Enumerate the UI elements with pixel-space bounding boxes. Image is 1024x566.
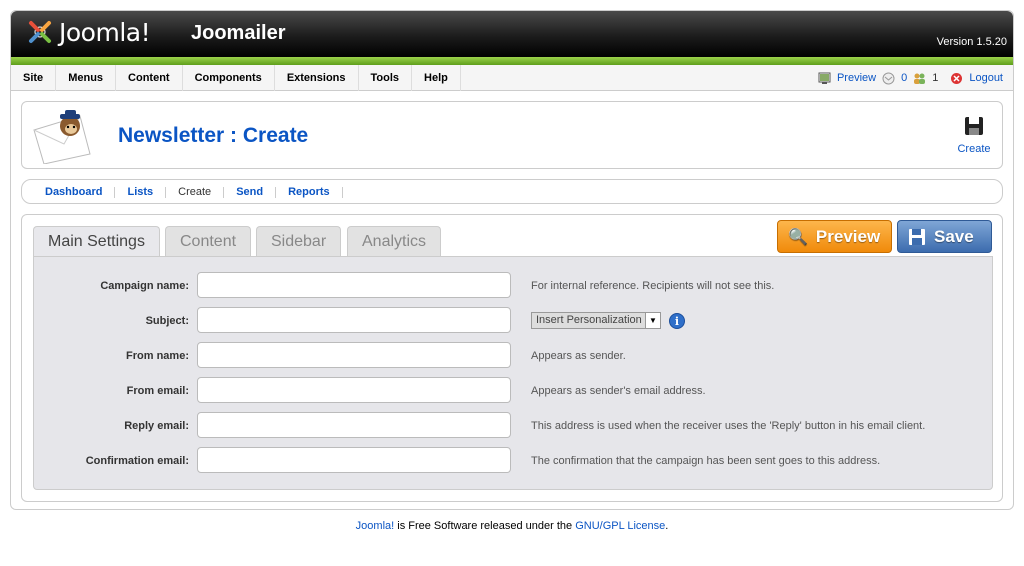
tab-main-settings[interactable]: Main Settings [33,226,160,257]
form-row-subject: Subject: Insert Personalization ▼ i [34,307,992,334]
chevron-down-icon: ▼ [645,313,660,328]
save-button[interactable]: Save [897,220,992,253]
from-email-input[interactable] [197,377,511,403]
submenu-create[interactable]: Create [166,187,225,198]
preview-link[interactable]: Preview [837,72,876,84]
form-row-confirmation-email: Confirmation email: The confirmation tha… [34,447,992,474]
joomla-logo-text: Joomla! [59,17,151,47]
menu-item-menus[interactable]: Menus [56,65,117,91]
insert-personalization-value: Insert Personalization [536,314,642,326]
status-bar: Preview 0 1 Logout [818,65,1003,91]
campaign-name-help: For internal reference. Recipients will … [531,280,775,292]
save-button-label: Save [934,226,974,246]
users-icon [914,73,926,84]
campaign-name-label: Campaign name: [100,280,189,292]
version-label: Version 1.5.20 [936,36,1007,48]
menu-item-help[interactable]: Help [412,65,461,91]
footer: Joomla! is Free Software released under … [0,520,1024,532]
newsletter-mascot-icon [33,110,91,164]
tab-analytics[interactable]: Analytics [347,226,442,256]
submenu-lists[interactable]: Lists [115,187,167,198]
logout-link[interactable]: Logout [969,72,1003,84]
magnifier-icon: 🔍 [788,228,808,246]
submenu-send[interactable]: Send [224,187,277,198]
logout-icon [951,72,963,84]
reply-email-input[interactable] [197,412,511,438]
subject-label: Subject: [145,315,189,327]
form-row-from-email: From email: Appears as sender's email ad… [34,377,992,404]
from-name-help: Appears as sender. [531,350,626,362]
preview-button-label: Preview [815,226,881,246]
insert-personalization-select[interactable]: Insert Personalization ▼ [531,312,661,329]
from-name-label: From name: [126,350,189,362]
floppy-icon [909,228,925,245]
save-disk-icon [965,117,983,135]
footer-text: is Free Software released under the [394,520,576,532]
menu-item-extensions[interactable]: Extensions [275,65,359,91]
info-icon[interactable]: i [669,313,685,329]
preview-button[interactable]: 🔍 Preview [777,220,892,253]
confirmation-email-label: Confirmation email: [85,455,189,467]
submenu-dashboard[interactable]: Dashboard [22,187,116,198]
preview-monitor-icon [818,72,831,84]
joomla-logo: Joomla! [25,17,151,47]
form-row-reply-email: Reply email: This address is used when t… [34,412,992,439]
confirmation-email-help: The confirmation that the campaign has b… [531,455,881,467]
footer-end: . [665,520,669,532]
header-accent-bar [11,57,1013,65]
create-button[interactable]: Create [954,114,994,155]
tab-content[interactable]: Content [165,226,252,256]
from-email-help: Appears as sender's email address. [531,385,706,397]
form-row-from-name: From name: Appears as sender. [34,342,992,369]
menu-item-components[interactable]: Components [183,65,275,91]
joomla-logo-icon [29,21,51,43]
reply-email-label: Reply email: [124,420,189,432]
reply-email-help: This address is used when the receiver u… [531,420,926,432]
tab-sidebar[interactable]: Sidebar [256,226,342,256]
submenu-reports[interactable]: Reports [276,187,343,198]
submenu: Dashboard Lists Create Send Reports [21,179,1003,204]
gpl-license-link[interactable]: GNU/GPL License [575,520,665,532]
from-email-label: From email: [126,385,189,397]
page-title: Newsletter : Create [118,124,309,147]
from-name-input[interactable] [197,342,511,368]
confirmation-email-input[interactable] [197,447,511,473]
campaign-name-input[interactable] [197,272,511,298]
main-settings-panel: Campaign name: For internal reference. R… [33,256,993,490]
app-title: Joomailer [191,22,286,44]
menu-item-site[interactable]: Site [11,65,57,91]
create-label: Create [957,143,991,155]
messages-icon [882,72,895,84]
messages-count[interactable]: 0 [901,72,907,84]
joomla-link[interactable]: Joomla! [356,520,395,532]
header-bar: Joomla! Joomailer Version 1.5.20 [11,11,1013,57]
form-row-campaign-name: Campaign name: For internal reference. R… [34,272,992,299]
admin-container: Joomla! Joomailer Version 1.5.20 Site Me… [10,10,1014,510]
users-count: 1 [932,72,939,84]
menu-item-content[interactable]: Content [116,65,183,91]
campaign-editor: Main Settings Content Sidebar Analytics … [21,214,1003,502]
subject-input[interactable] [197,307,511,333]
toolbar-box: Newsletter : Create Create [21,101,1003,169]
menu-item-tools[interactable]: Tools [359,65,413,91]
